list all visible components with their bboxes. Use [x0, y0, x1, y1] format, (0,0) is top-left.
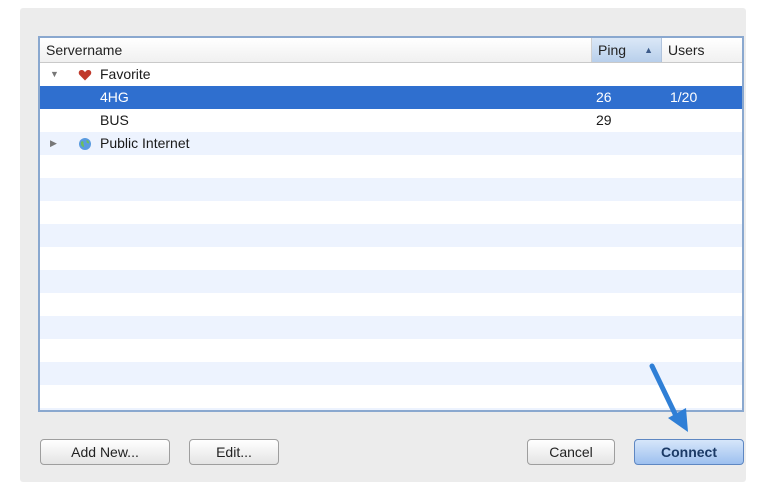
column-header-ping-label: Ping	[598, 42, 627, 58]
empty-row	[40, 316, 742, 339]
column-header-servername-label: Servername	[46, 42, 123, 58]
column-header-servername[interactable]: Servername	[40, 38, 592, 62]
server-name: BUS	[100, 112, 129, 128]
server-table[interactable]: Servername Ping ▲ Users ▼ Favorite 4HG 2…	[38, 36, 744, 412]
group-label: Public Internet	[100, 135, 190, 151]
server-ping: 29	[596, 112, 612, 128]
empty-row	[40, 293, 742, 316]
empty-row	[40, 408, 742, 410]
group-label: Favorite	[100, 66, 151, 82]
heart-icon	[78, 70, 92, 81]
server-name: 4HG	[100, 89, 129, 105]
empty-row	[40, 201, 742, 224]
empty-row	[40, 339, 742, 362]
empty-row	[40, 385, 742, 408]
server-users: 1/20	[670, 89, 698, 105]
table-header: Servername Ping ▲ Users	[40, 38, 742, 63]
table-body: ▼ Favorite 4HG 26 1/20 BUS 29 ▶ Public I…	[40, 63, 742, 410]
group-row-favorite[interactable]: ▼ Favorite	[40, 63, 742, 86]
table-row[interactable]: BUS 29	[40, 109, 742, 132]
connect-button[interactable]: Connect	[634, 439, 744, 465]
column-header-ping[interactable]: Ping ▲	[592, 38, 662, 62]
empty-row	[40, 224, 742, 247]
empty-row	[40, 270, 742, 293]
disclosure-expanded-icon[interactable]: ▼	[50, 63, 59, 86]
edit-button[interactable]: Edit...	[189, 439, 279, 465]
table-row[interactable]: 4HG 26 1/20	[40, 86, 742, 109]
disclosure-collapsed-icon[interactable]: ▶	[50, 132, 57, 155]
add-new-button[interactable]: Add New...	[40, 439, 170, 465]
empty-row	[40, 178, 742, 201]
empty-row	[40, 155, 742, 178]
column-header-users-label: Users	[668, 42, 705, 58]
empty-row	[40, 362, 742, 385]
cancel-button[interactable]: Cancel	[527, 439, 615, 465]
globe-icon	[79, 138, 91, 150]
group-row-public-internet[interactable]: ▶ Public Internet	[40, 132, 742, 155]
empty-row	[40, 247, 742, 270]
column-header-users[interactable]: Users	[662, 38, 742, 62]
sort-ascending-icon: ▲	[644, 45, 653, 55]
server-ping: 26	[596, 89, 612, 105]
